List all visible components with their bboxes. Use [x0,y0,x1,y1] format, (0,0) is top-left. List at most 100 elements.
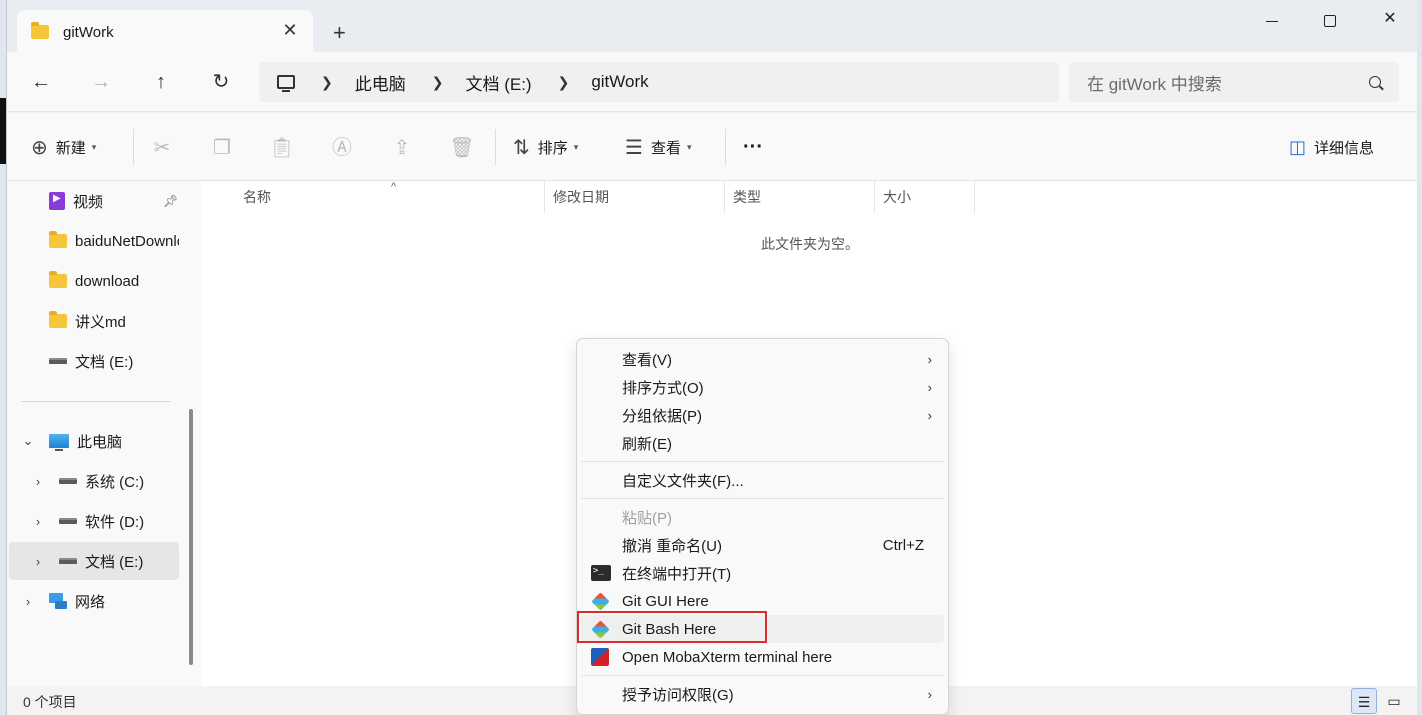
maximize-button[interactable] [1315,8,1345,34]
chevron-right-icon: › [927,379,932,395]
column-header-name[interactable]: 名称 [235,181,545,213]
chevron-right-icon: › [927,407,932,423]
back-button[interactable]: ← [27,68,55,96]
minimize-button[interactable] [1257,8,1287,34]
new-label: 新建 [55,139,86,157]
menu-item-customize-folder[interactable]: 自定义文件夹(F)... [581,466,944,494]
plus-circle-icon: ⊕ [31,136,48,159]
copy-icon[interactable]: ❐ [209,135,235,161]
sidebar-item-label: 文档 (E:) [85,553,144,571]
search-input[interactable]: 在 gitWork 中搜索 [1087,70,1369,95]
pin-icon: 📌︎ [163,194,179,208]
share-icon[interactable]: ⇪ [389,135,415,161]
sort-label: 排序 [537,139,568,157]
search-icon [1369,76,1381,88]
chevron-down-icon: ▾ [91,141,97,152]
menu-item-open-in-terminal[interactable]: 在终端中打开(T) [581,559,944,587]
breadcrumb-documents-e[interactable]: 文档 (E:) [465,70,531,95]
menu-item-label: 粘贴(P) [622,509,672,527]
view-button[interactable]: ☰ 查看 ▾ [625,133,691,161]
command-bar: ⊕ 新建 ▾ ✂ ❐ 📋︎ Ⓐ ⇪ 🗑︎ ⇅ 排序 ▾ ☰ 查看 ▾ ··· ◫… [7,113,1417,181]
column-header-type[interactable]: 类型 [725,181,875,213]
tiles-view-button[interactable]: ▭ [1381,688,1407,714]
menu-separator [581,675,944,676]
sidebar-item-drive-d[interactable]: › 软件 (D:) [7,502,179,540]
sidebar-item-this-pc[interactable]: ⌄ 此电脑 [7,422,179,460]
menu-item-label: 在终端中打开(T) [622,565,732,583]
menu-separator [581,461,944,462]
sidebar-item-label: 软件 (D:) [85,513,145,531]
menu-item-sort-by[interactable]: 排序方式(O) › [581,373,944,401]
sidebar-item-baidunetdownload[interactable]: baiduNetDownload [7,222,179,260]
sidebar-item-download[interactable]: download [7,262,179,300]
delete-icon[interactable]: 🗑︎ [449,135,475,161]
sidebar-item-drive-e[interactable]: › 文档 (E:) [9,542,179,580]
menu-item-label: 授予访问权限(G) [622,686,734,704]
menu-item-label: 排序方式(O) [622,379,704,397]
menu-separator [581,498,944,499]
sidebar-item-network[interactable]: › 网络 [7,582,179,620]
paste-icon[interactable]: 📋︎ [269,135,295,161]
item-count: 0 个项目 [23,694,77,710]
sidebar-item-lecture-md[interactable]: 讲义md [7,302,179,340]
drive-icon [59,518,77,524]
view-label: 查看 [650,139,681,157]
sidebar-item-documents-e-quick[interactable]: 文档 (E:) [7,342,179,380]
menu-item-group-by[interactable]: 分组依据(P) › [581,401,944,429]
video-icon [49,192,65,210]
chevron-right-icon: › [927,351,932,367]
new-tab-button[interactable]: + [333,20,346,46]
view-icon: ☰ [625,136,643,159]
details-pane-button[interactable]: ◫ 详细信息 [1289,133,1374,161]
folder-icon [49,311,67,328]
forward-button[interactable]: → [87,68,115,96]
divider [495,129,496,165]
sidebar-scrollbar[interactable] [189,409,193,665]
column-header-modified[interactable]: 修改日期 [545,181,725,213]
sidebar-item-label: 讲义md [75,313,126,331]
menu-item-open-mobaxterm[interactable]: Open MobaXterm terminal here [581,643,944,671]
divider [725,129,726,165]
close-tab-icon[interactable]: ✕ [279,20,301,41]
chevron-right-icon: › [35,473,41,489]
search-box[interactable]: 在 gitWork 中搜索 [1069,62,1399,102]
maximize-icon [1324,15,1336,27]
sidebar-item-drive-c[interactable]: › 系统 (C:) [7,462,179,500]
drive-icon [59,478,77,484]
chevron-right-icon: › [25,593,31,609]
chevron-down-icon: ⌄ [22,433,34,448]
menu-item-label: 分组依据(P) [622,407,702,425]
chevron-right-icon: ❯ [321,73,333,90]
tab-gitwork[interactable]: gitWork ✕ [17,10,313,54]
more-options-button[interactable]: ··· [743,133,763,161]
cut-icon[interactable]: ✂ [149,135,175,161]
sidebar-item-videos[interactable]: 视频 📌︎ [7,182,179,220]
highlight-annotation-box [577,611,767,643]
minimize-icon [1266,21,1278,22]
new-button[interactable]: ⊕ 新建 ▾ [31,133,96,161]
menu-item-view[interactable]: 查看(V) › [581,345,944,373]
breadcrumb-this-pc[interactable]: 此电脑 [355,70,406,95]
menu-item-label: 撤消 重命名(U) [622,537,722,555]
up-button[interactable]: ↑ [147,68,175,96]
details-view-button[interactable]: ☰ [1351,688,1377,714]
tab-title: gitWork [63,23,114,41]
menu-item-undo-rename[interactable]: 撤消 重命名(U) Ctrl+Z [581,531,944,559]
menu-item-give-access[interactable]: 授予访问权限(G) › [581,680,944,708]
column-header-size[interactable]: 大小 [875,181,975,213]
navigation-pane: 视频 📌︎ baiduNetDownload download 讲义md 文档 … [7,181,201,686]
sort-button[interactable]: ⇅ 排序 ▾ [513,133,578,161]
breadcrumb-gitwork[interactable]: gitWork [591,72,648,92]
close-window-button[interactable]: ✕ [1375,8,1405,34]
sidebar-item-label: 网络 [75,593,106,611]
mobaxterm-icon [591,648,609,666]
computer-icon [277,75,295,92]
sidebar-item-label: 文档 (E:) [75,353,134,371]
drive-icon [49,358,67,364]
address-bar[interactable]: ❯ 此电脑 ❯ 文档 (E:) ❯ gitWork [259,62,1059,102]
menu-item-refresh[interactable]: 刷新(E) [581,429,944,457]
refresh-button[interactable]: ↻ [207,68,235,96]
sidebar-item-label: 此电脑 [77,433,123,451]
rename-icon[interactable]: Ⓐ [329,135,355,161]
menu-item-shortcut: Ctrl+Z [882,536,924,554]
